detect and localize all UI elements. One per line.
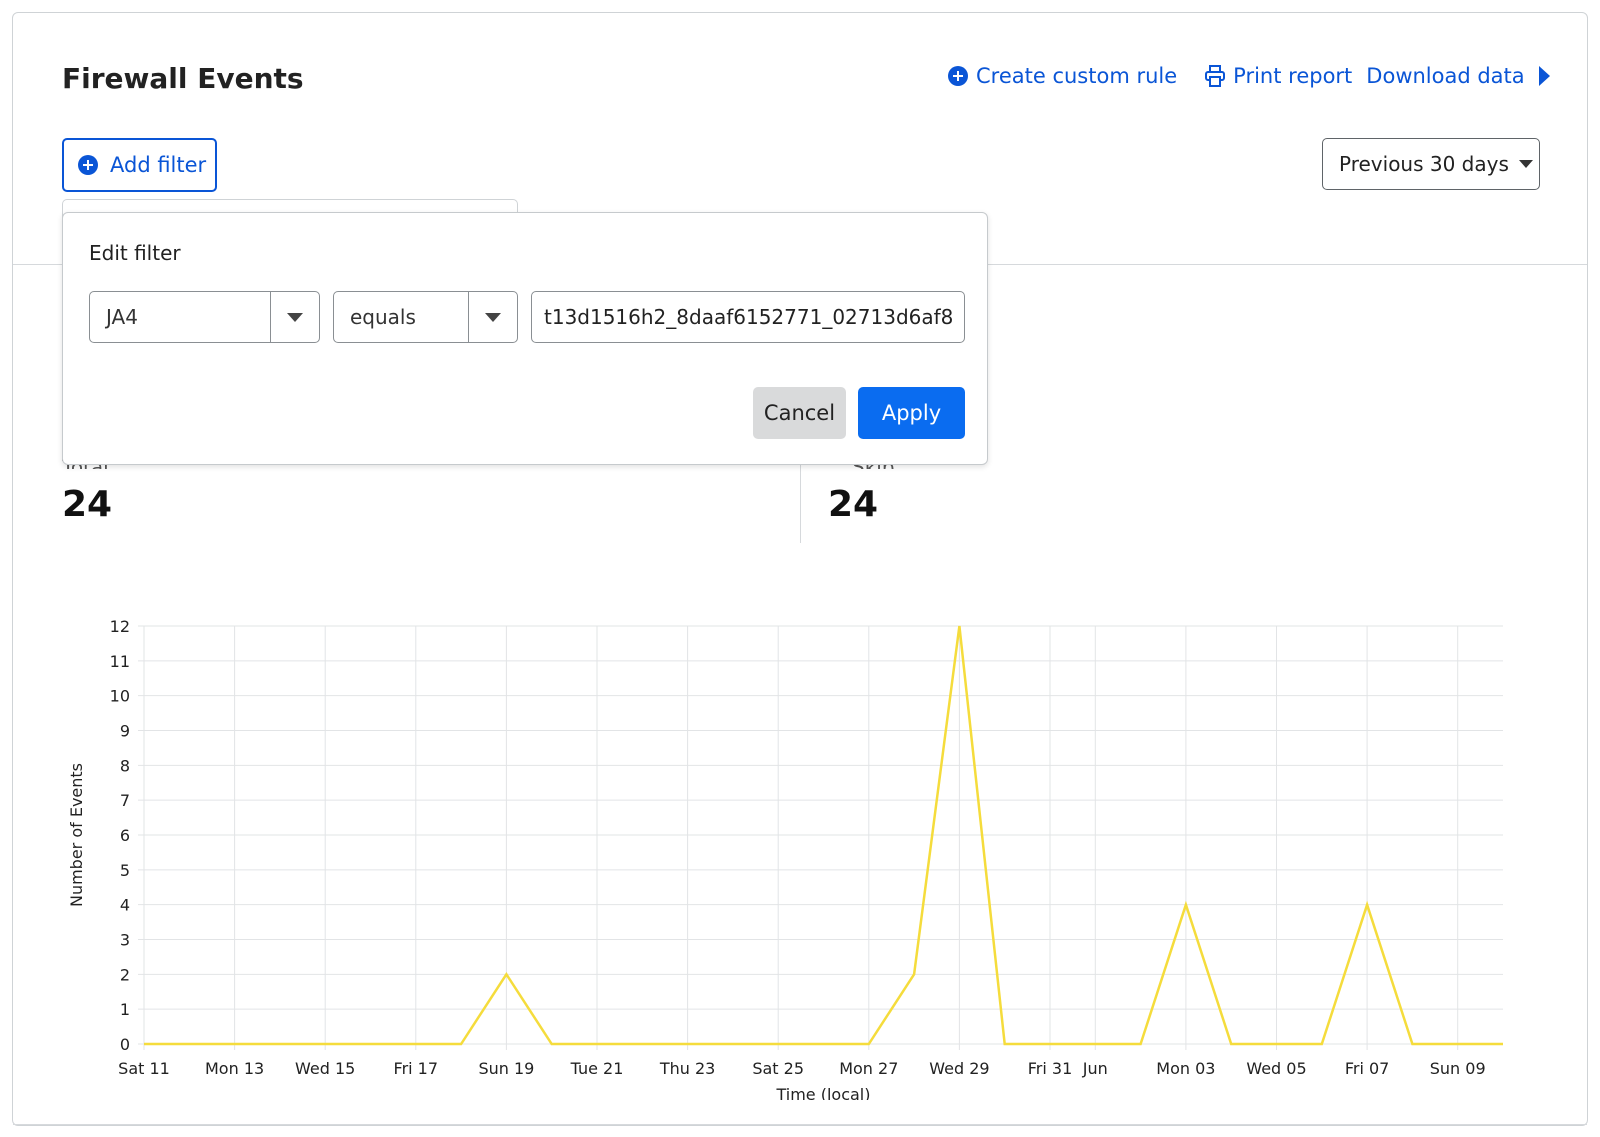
- y-tick-label: 8: [120, 756, 130, 775]
- x-axis-label: Time (local): [775, 1085, 870, 1100]
- x-tick-label: Jun: [1082, 1059, 1108, 1078]
- time-range-value: Previous 30 days: [1339, 152, 1509, 176]
- y-tick-label: 2: [120, 965, 130, 984]
- events-line-chart: 0123456789101112Sat 11 Mon 13 Wed 15 Fri 17…: [67, 617, 1503, 1100]
- filter-field-value: JA4: [106, 305, 138, 329]
- x-tick-label: Wed 29: [929, 1059, 989, 1078]
- filter-value-input[interactable]: [531, 291, 965, 343]
- x-tick-label: Sun 19: [478, 1059, 534, 1078]
- download-data-link[interactable]: Download data: [1366, 64, 1550, 88]
- x-tick-label: Mon 13: [205, 1059, 264, 1078]
- y-tick-label: 7: [120, 791, 130, 810]
- chevron-down-icon: [287, 312, 303, 322]
- print-report-label: Print report: [1233, 64, 1353, 88]
- y-tick-label: 3: [120, 931, 130, 950]
- x-tick-label: Sat 25: [752, 1059, 804, 1078]
- print-report-link[interactable]: Print report: [1205, 64, 1352, 88]
- create-custom-rule-link[interactable]: Create custom rule: [948, 64, 1177, 88]
- cancel-button[interactable]: Cancel: [753, 387, 846, 439]
- y-tick-label: 10: [110, 687, 130, 706]
- x-tick-label: Sun 09: [1430, 1059, 1486, 1078]
- x-tick-label: Mon 27: [839, 1059, 898, 1078]
- x-tick-label: Mon 03: [1156, 1059, 1215, 1078]
- y-tick-label: 6: [120, 826, 130, 845]
- filter-operator-value: equals: [350, 305, 416, 329]
- x-tick-label: Fri 17: [394, 1059, 439, 1078]
- header-actions: Create custom rule Print report Download…: [948, 64, 1550, 88]
- apply-button[interactable]: Apply: [858, 387, 965, 439]
- x-tick-label: Fri 31: [1028, 1059, 1073, 1078]
- y-tick-label: 4: [120, 896, 130, 915]
- x-tick-label: Wed 15: [295, 1059, 355, 1078]
- x-tick-label: Sat 11: [118, 1059, 170, 1078]
- filter-field-dropdown[interactable]: [270, 292, 319, 342]
- edit-filter-title: Edit filter: [89, 241, 181, 265]
- x-tick-label: Tue 21: [570, 1059, 624, 1078]
- plus-circle-icon: [78, 155, 98, 175]
- y-tick-label: 12: [110, 617, 130, 636]
- x-tick-label: Thu 23: [659, 1059, 716, 1078]
- add-filter-button[interactable]: Add filter: [62, 138, 217, 192]
- y-tick-label: 1: [120, 1000, 130, 1019]
- chevron-down-icon: [1518, 160, 1533, 168]
- y-axis-label: Number of Events: [67, 763, 86, 907]
- page-title: Firewall Events: [62, 62, 304, 95]
- edit-filter-popover: Edit filter JA4 equals Cancel Apply: [62, 212, 988, 465]
- add-filter-label: Add filter: [110, 153, 207, 177]
- chevron-down-icon: [485, 312, 501, 322]
- y-tick-label: 0: [120, 1035, 130, 1054]
- y-tick-label: 9: [120, 722, 130, 741]
- filter-operator-dropdown[interactable]: [468, 292, 517, 342]
- x-tick-label: Fri 07: [1345, 1059, 1390, 1078]
- create-custom-rule-label: Create custom rule: [976, 64, 1178, 88]
- x-tick-label: Wed 05: [1246, 1059, 1306, 1078]
- download-data-label: Download data: [1366, 64, 1525, 88]
- skip-stat-value: 24: [828, 484, 879, 525]
- filter-field-select[interactable]: JA4: [89, 291, 320, 343]
- caret-right-icon: [1538, 66, 1550, 86]
- y-tick-label: 11: [110, 652, 130, 671]
- total-stat-value: 24: [62, 484, 113, 525]
- printer-icon: [1205, 65, 1226, 87]
- y-tick-label: 5: [120, 861, 130, 880]
- filter-operator-select[interactable]: equals: [333, 291, 518, 343]
- bottom-divider: [13, 1124, 1587, 1125]
- time-range-select[interactable]: Previous 30 days: [1322, 138, 1540, 190]
- plus-circle-icon: [948, 66, 968, 86]
